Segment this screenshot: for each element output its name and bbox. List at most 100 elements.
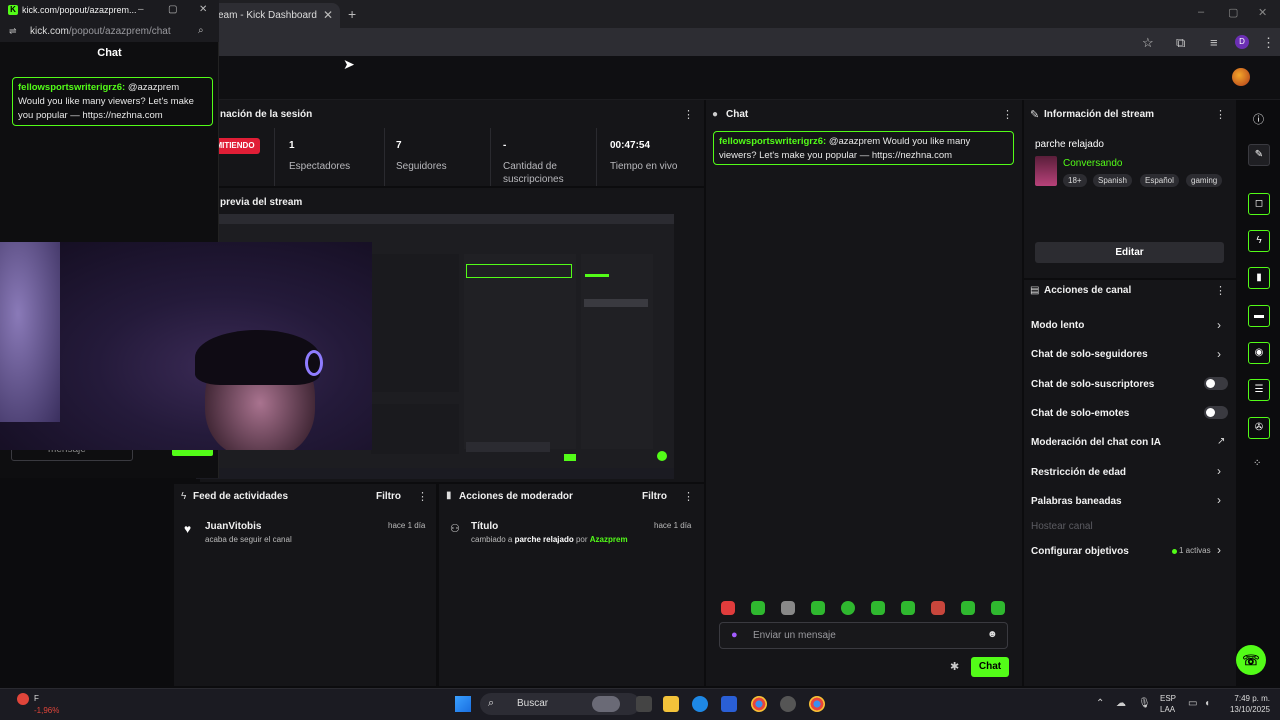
chevron-right-icon[interactable]: › — [1217, 318, 1221, 332]
emote-icon[interactable] — [751, 601, 765, 615]
kebab-menu-icon[interactable]: ⋮ — [1215, 284, 1226, 297]
start-button[interactable] — [455, 696, 471, 712]
edit-stream-button[interactable]: Editar — [1035, 242, 1224, 263]
obs-icon[interactable] — [780, 696, 796, 712]
edge-icon[interactable] — [692, 696, 708, 712]
slow-mode-row[interactable]: Modo lento — [1031, 320, 1084, 331]
emote-icon[interactable] — [781, 601, 795, 615]
divider — [384, 128, 385, 186]
extensions-icon[interactable]: ⧉ — [1176, 35, 1185, 51]
emote-icon[interactable] — [841, 601, 855, 615]
weather-icon[interactable] — [17, 693, 29, 705]
help-button[interactable]: ☏ — [1236, 645, 1266, 675]
subscribers-only-toggle[interactable] — [1204, 377, 1228, 390]
network-icon[interactable]: ▭ — [1188, 698, 1197, 709]
age-restriction-row[interactable]: Restricción de edad — [1031, 467, 1126, 478]
viewers-label: Espectadores — [289, 161, 351, 172]
emote-icon[interactable] — [961, 601, 975, 615]
ai-moderation-row[interactable]: Moderación del chat con IA — [1031, 437, 1161, 448]
chevron-right-icon[interactable]: › — [1217, 347, 1221, 361]
scan-icon[interactable]: ◻ — [1248, 193, 1270, 215]
bookmark-star-icon[interactable]: ☆ — [1142, 35, 1154, 51]
emote-icon[interactable] — [991, 601, 1005, 615]
activity-username[interactable]: JuanVitobis — [205, 521, 262, 532]
chrome-icon[interactable] — [751, 696, 767, 712]
emote-icon[interactable] — [811, 601, 825, 615]
file-explorer-icon[interactable] — [663, 696, 679, 712]
webcam-hair — [195, 330, 320, 385]
kebab-menu-icon[interactable]: ⋮ — [683, 490, 694, 503]
minimize-button[interactable]: – — [1198, 6, 1204, 18]
subs-value: - — [503, 140, 507, 151]
filter-button[interactable]: Filtro — [642, 491, 667, 502]
profile-avatar[interactable]: D — [1235, 35, 1249, 49]
new-tab-button[interactable]: + — [348, 6, 356, 22]
maximize-button[interactable]: ▢ — [168, 4, 177, 15]
kebab-menu-icon[interactable]: ⋮ — [1002, 108, 1013, 121]
browser-menu-icon[interactable]: ⋮ — [1262, 35, 1275, 51]
mod-actions-panel — [439, 484, 704, 686]
store-icon[interactable] — [721, 696, 737, 712]
broadcast-icon[interactable]: ◉ — [1248, 342, 1270, 364]
kebab-menu-icon[interactable]: ⋮ — [417, 490, 428, 503]
emote-icon[interactable] — [871, 601, 885, 615]
close-window-button[interactable]: ✕ — [1258, 6, 1267, 19]
subscribers-only-row: Chat de solo-suscriptores — [1031, 379, 1155, 390]
chat-username[interactable]: fellowsportswriterigrz6: — [18, 82, 125, 93]
info-icon[interactable]: ⓘ — [1253, 111, 1264, 127]
chevron-right-icon[interactable]: › — [1217, 493, 1221, 507]
chat-message: fellowsportswriterigrz6: @azazprem Would… — [713, 131, 1014, 165]
kebab-menu-icon[interactable]: ⋮ — [1215, 108, 1226, 121]
chat-message-input[interactable]: Enviar un mensaje — [719, 622, 1008, 649]
popout-url[interactable]: kick.com/popout/azazprem/chat — [0, 22, 219, 42]
browser-tab[interactable]: eam - Kick Dashboard — [200, 3, 340, 28]
microphone-icon[interactable]: ● — [731, 629, 738, 641]
chat-send-button[interactable]: Chat — [971, 657, 1009, 677]
maximize-button[interactable]: ▢ — [1228, 6, 1238, 19]
mic-icon[interactable]: 🎙 — [1138, 698, 1151, 709]
chat-username[interactable]: fellowsportswriterigrz6: — [719, 136, 826, 147]
chevron-right-icon[interactable]: › — [1217, 543, 1221, 557]
settings-gear-icon[interactable]: ✱ — [950, 660, 959, 673]
banned-words-row[interactable]: Palabras baneadas — [1031, 496, 1122, 507]
minimize-button[interactable]: – — [138, 4, 144, 15]
emoji-icon[interactable]: ☻ — [987, 629, 998, 640]
document-icon[interactable]: ▮ — [1248, 267, 1270, 289]
clock-time[interactable]: 7:49 p. m. — [1226, 694, 1270, 703]
shortcuts-icon[interactable]: ⁘ — [1253, 458, 1261, 469]
status-dot — [1172, 549, 1177, 554]
volume-icon[interactable]: ◖ — [1204, 698, 1210, 709]
tab-close-icon[interactable]: ✕ — [323, 8, 333, 22]
edit-rail-icon[interactable]: ✎ — [1248, 144, 1270, 166]
emote-icon[interactable] — [721, 601, 735, 615]
site-settings-icon[interactable]: ⇌ — [9, 26, 17, 37]
emote-icon[interactable] — [931, 601, 945, 615]
category-name[interactable]: Conversando — [1063, 158, 1122, 169]
wrench-icon[interactable]: ✇ — [1248, 417, 1270, 439]
chevron-right-icon[interactable]: › — [1217, 464, 1221, 478]
task-view-icon[interactable] — [636, 696, 652, 712]
heart-icon: ♥ — [184, 522, 192, 536]
tray-chevron-icon[interactable]: ⌃ — [1096, 698, 1104, 709]
clock-date[interactable]: 13/10/2025 — [1222, 705, 1270, 714]
filter-button[interactable]: Filtro — [376, 491, 401, 502]
layout-icon[interactable]: ☰ — [1248, 379, 1270, 401]
zoom-icon[interactable]: ⌕ — [198, 25, 204, 36]
lang-top[interactable]: ESP — [1160, 694, 1176, 703]
lang-bottom[interactable]: LAA — [1160, 705, 1175, 714]
bolt-icon[interactable]: ϟ — [1248, 230, 1270, 252]
emote-icon[interactable] — [901, 601, 915, 615]
kick-logo: K — [8, 5, 18, 15]
chat-rail-icon[interactable]: ▬ — [1248, 305, 1270, 327]
kebab-menu-icon[interactable]: ⋮ — [683, 108, 694, 121]
followers-only-row[interactable]: Chat de solo-seguidores — [1031, 349, 1148, 360]
detail-user[interactable]: Azazprem — [590, 535, 628, 544]
close-button[interactable]: ✕ — [199, 4, 207, 15]
chrome-profile-icon[interactable] — [809, 696, 825, 712]
user-avatar[interactable] — [1232, 68, 1250, 86]
configure-goals-row[interactable]: Configurar objetivos — [1031, 546, 1129, 557]
external-link-icon[interactable]: ↗ — [1217, 436, 1225, 447]
emotes-only-toggle[interactable] — [1204, 406, 1228, 419]
media-icon[interactable]: ≡ — [1210, 35, 1218, 50]
cloud-icon[interactable]: ☁ — [1116, 698, 1126, 709]
